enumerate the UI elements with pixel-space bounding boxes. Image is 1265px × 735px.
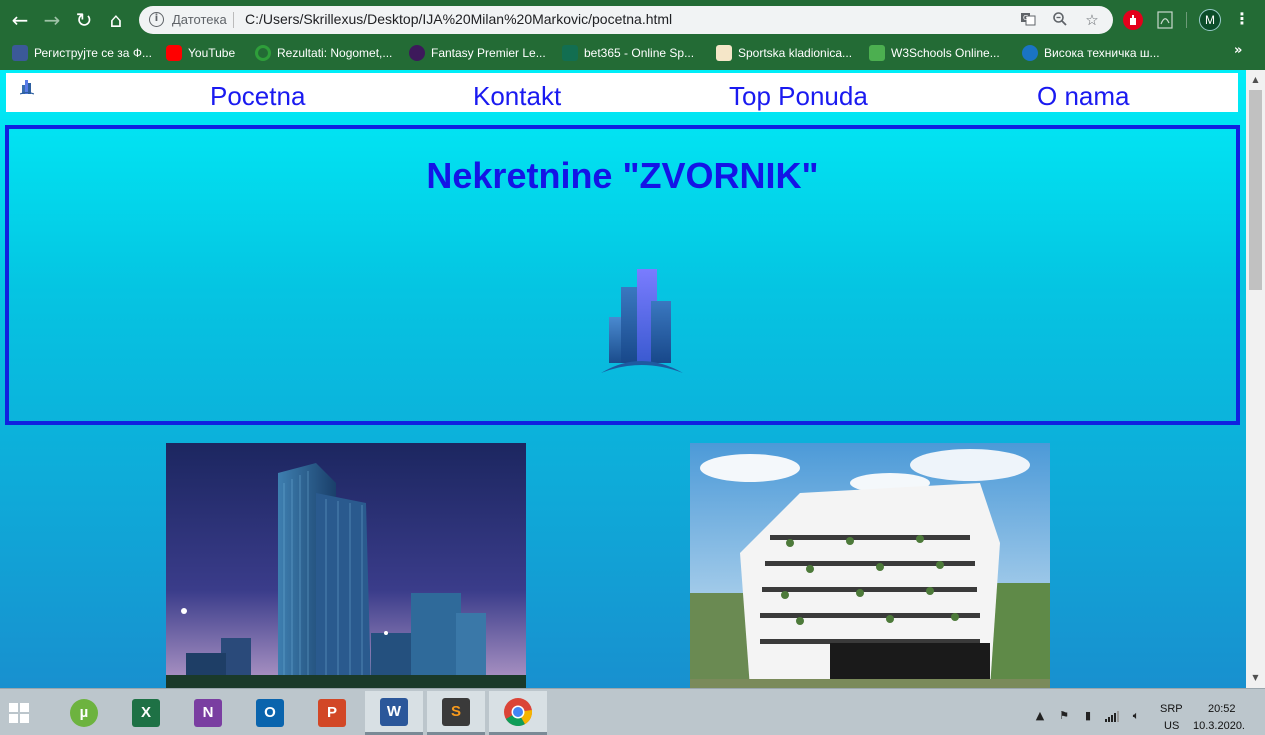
- volume-icon[interactable]: 🔈︎: [1129, 710, 1143, 722]
- network-icon[interactable]: [1105, 710, 1119, 722]
- show-hidden-icons[interactable]: ▲: [1033, 710, 1047, 722]
- bookmark-label: W3Schools Online...: [891, 46, 1000, 60]
- nav-link-kontakt[interactable]: Kontakt: [473, 81, 561, 112]
- hero-banner: Nekretnine "ZVORNIK": [5, 125, 1240, 425]
- utorrent-icon: µ: [70, 699, 98, 727]
- premier-league-icon: [409, 45, 425, 61]
- translate-icon[interactable]: G: [1019, 11, 1037, 29]
- windows-taskbar: µ X N O P W S ▲ ⚑ ▮ 🔈︎ SRP US 20:52 10.3…: [0, 688, 1265, 735]
- taskbar-utorrent[interactable]: µ: [55, 691, 113, 735]
- w3schools-icon: [869, 45, 885, 61]
- bookmark-label: Fantasy Premier Le...: [431, 46, 546, 60]
- taskbar-word[interactable]: W: [365, 691, 423, 735]
- adblock-extension-icon[interactable]: [1123, 10, 1143, 30]
- reload-icon[interactable]: ↻: [72, 8, 96, 32]
- scroll-down-icon[interactable]: ▼: [1250, 673, 1261, 682]
- browser-toolbar: ← → ↻ ⌂ i Датотека C:/Users/Skrillexus/D…: [0, 0, 1265, 70]
- bookmark-item[interactable]: YouTube: [166, 43, 235, 63]
- more-bookmarks-icon[interactable]: »: [1234, 43, 1242, 58]
- apartment-building-photo: [690, 443, 1050, 688]
- taskbar-outlook[interactable]: O: [241, 691, 299, 735]
- bookmark-item[interactable]: W3Schools Online...: [869, 43, 1000, 63]
- pdf-extension-icon[interactable]: [1155, 10, 1175, 30]
- page-viewport: Pocetna Kontakt Top Ponuda O nama Nekret…: [0, 70, 1246, 688]
- bookmark-label: Региструјте се за Ф...: [34, 46, 152, 60]
- nav-link-pocetna[interactable]: Pocetna: [210, 81, 305, 112]
- bookmark-item[interactable]: Fantasy Premier Le...: [409, 43, 546, 63]
- battery-icon[interactable]: ▮: [1081, 710, 1095, 722]
- excel-icon: X: [132, 699, 160, 727]
- school-icon: [1022, 45, 1038, 61]
- keyboard-layout[interactable]: US: [1164, 720, 1179, 732]
- clock-time[interactable]: 20:52: [1208, 703, 1236, 715]
- taskbar-powerpoint[interactable]: P: [303, 691, 361, 735]
- bookmark-item[interactable]: Региструјте се за Ф...: [12, 43, 152, 63]
- back-icon[interactable]: ←: [8, 8, 32, 32]
- info-icon[interactable]: i: [149, 12, 164, 27]
- page-title: Nekretnine "ZVORNIK": [426, 155, 819, 196]
- bet365-icon: [562, 45, 578, 61]
- youtube-icon: [166, 45, 182, 61]
- address-bar[interactable]: i Датотека C:/Users/Skrillexus/Desktop/I…: [139, 6, 1113, 34]
- buildings-logo-icon: [601, 269, 683, 373]
- powerpoint-icon: P: [318, 699, 346, 727]
- windows-logo-icon: [9, 703, 29, 723]
- security-label: Датотека: [172, 12, 227, 27]
- rezultati-icon: [255, 45, 271, 61]
- url-text[interactable]: C:/Users/Skrillexus/Desktop/IJA%20Milan%…: [245, 11, 672, 27]
- zoom-icon[interactable]: [1051, 11, 1069, 29]
- flag-icon[interactable]: ⚑: [1057, 710, 1071, 722]
- bookmark-item[interactable]: Rezultati: Nogomet,...: [255, 43, 392, 63]
- facebook-icon: [12, 45, 28, 61]
- taskbar-onenote[interactable]: N: [179, 691, 237, 735]
- bookmark-label: bet365 - Online Sp...: [584, 46, 695, 60]
- site-logo-icon[interactable]: [20, 79, 34, 95]
- bookmark-label: Sportska kladionica...: [738, 46, 853, 60]
- omnibox-divider: [233, 12, 234, 28]
- svg-text:G: G: [1023, 14, 1028, 22]
- kladionica-icon: [716, 45, 732, 61]
- chrome-icon: [504, 697, 533, 726]
- scroll-up-icon[interactable]: ▲: [1250, 75, 1261, 84]
- bookmark-star-icon[interactable]: ☆: [1083, 11, 1101, 29]
- bookmarks-bar: Региструјте се за Ф... YouTube Rezultati…: [0, 40, 1265, 66]
- scroll-thumb[interactable]: [1249, 90, 1262, 290]
- nav-link-o-nama[interactable]: O nama: [1037, 81, 1130, 112]
- taskbar-excel[interactable]: X: [117, 691, 175, 735]
- taskbar-chrome[interactable]: [489, 691, 547, 735]
- vertical-scrollbar[interactable]: ▲ ▼: [1246, 70, 1265, 688]
- bookmark-item[interactable]: Sportska kladionica...: [716, 43, 852, 63]
- bookmark-item[interactable]: bet365 - Online Sp...: [562, 43, 694, 63]
- forward-icon[interactable]: →: [40, 8, 64, 32]
- sublime-icon: S: [442, 697, 470, 726]
- word-icon: W: [380, 697, 408, 726]
- profile-avatar[interactable]: M: [1199, 9, 1221, 31]
- bookmark-item[interactable]: Висока техничка ш...: [1022, 43, 1160, 63]
- bookmark-label: Висока техничка ш...: [1044, 46, 1160, 60]
- toolbar-divider: [1186, 12, 1187, 28]
- home-icon[interactable]: ⌂: [104, 8, 128, 32]
- taskbar-sublime[interactable]: S: [427, 691, 485, 735]
- onenote-icon: N: [194, 699, 222, 727]
- start-button[interactable]: [0, 691, 38, 735]
- bookmark-label: Rezultati: Nogomet,...: [277, 46, 393, 60]
- site-navbar: Pocetna Kontakt Top Ponuda O nama: [6, 73, 1238, 112]
- bookmark-label: YouTube: [188, 46, 236, 60]
- outlook-icon: O: [256, 699, 284, 727]
- clock-date[interactable]: 10.3.2020.: [1193, 720, 1245, 732]
- more-menu-icon[interactable]: ⋮: [1234, 9, 1250, 28]
- nav-link-top-ponuda[interactable]: Top Ponuda: [729, 81, 868, 112]
- office-tower-photo: [166, 443, 526, 688]
- language-indicator[interactable]: SRP: [1160, 703, 1183, 715]
